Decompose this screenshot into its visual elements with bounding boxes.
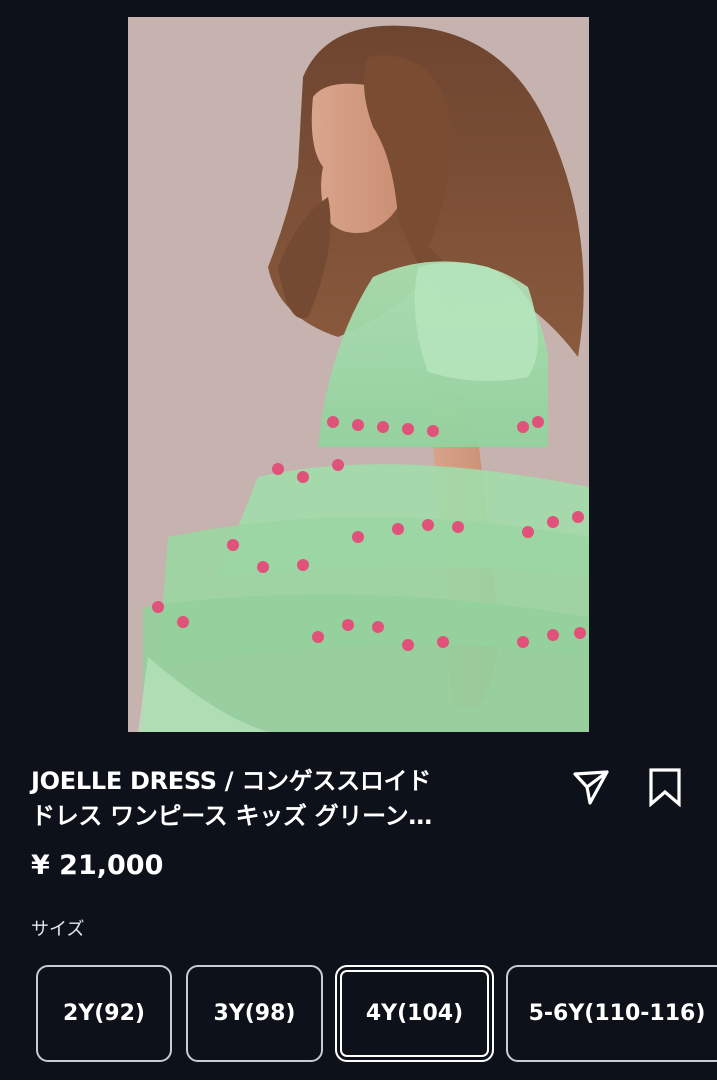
size-label: サイズ — [31, 919, 85, 940]
product-title-line2: ドレス ワンピース キッズ グリーン… — [31, 802, 432, 830]
bookmark-button[interactable] — [644, 766, 686, 808]
size-option-3y[interactable]: 3Y(98) — [186, 965, 323, 1062]
share-button[interactable] — [570, 766, 612, 808]
size-option-label: 2Y(92) — [63, 1001, 145, 1026]
bookmark-icon — [649, 768, 681, 807]
size-option-label: 3Y(98) — [213, 1001, 296, 1026]
product-image[interactable] — [128, 17, 589, 732]
product-title: JOELLE DRESS / コンゲススロイド ドレス ワンピース キッズ グリ… — [31, 764, 531, 834]
size-option-4y-selected[interactable]: 4Y(104) — [335, 965, 494, 1062]
product-price: ¥ 21,000 — [31, 850, 164, 881]
size-option-5-6y[interactable]: 5-6Y(110-116) — [506, 965, 717, 1062]
size-option-label: 4Y(104) — [365, 1001, 464, 1026]
product-title-line1: JOELLE DRESS / コンゲススロイド — [31, 767, 431, 795]
size-option-2y[interactable]: 2Y(92) — [36, 965, 172, 1062]
size-option-label: 5-6Y(110-116) — [528, 1001, 706, 1026]
share-icon — [573, 770, 609, 805]
